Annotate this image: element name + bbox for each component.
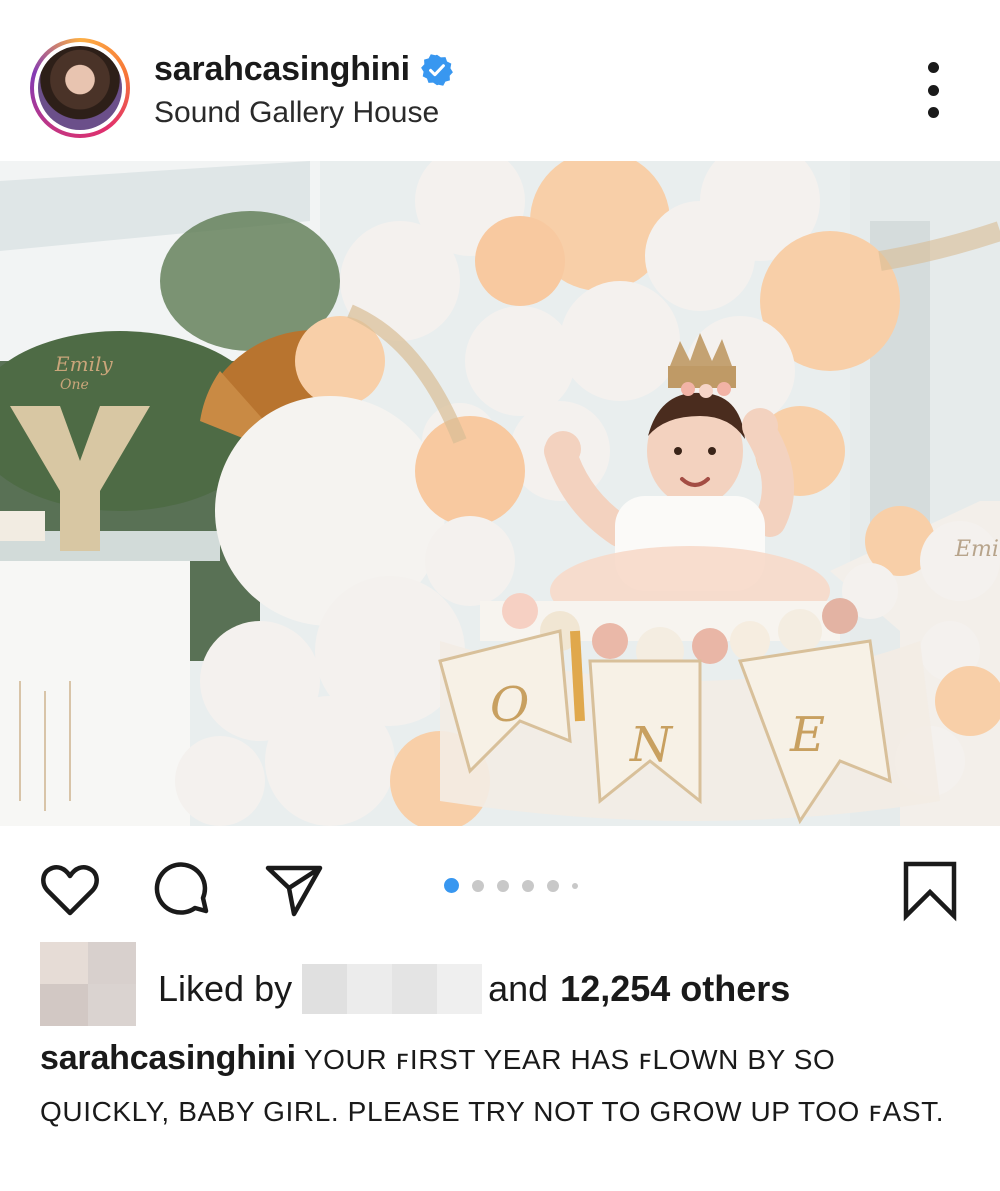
liked-by-and: and (488, 968, 549, 1009)
balloon-text: Emily (954, 537, 1000, 562)
location-link[interactable]: Sound Gallery House (154, 96, 439, 130)
liked-by-prefix: Liked by (158, 968, 293, 1009)
carousel-indicator (444, 878, 591, 893)
send-icon[interactable] (262, 858, 326, 922)
caption-username[interactable]: sarahcasinghini (40, 1039, 296, 1077)
more-options-icon[interactable] (918, 62, 948, 118)
carousel-dot (472, 879, 484, 892)
bookmark-icon[interactable] (898, 858, 962, 922)
liked-by-text[interactable]: Liked by and 12,254 others (158, 964, 790, 1014)
avatar-blur-tile (88, 942, 136, 984)
likes-row: Liked by and 12,254 others (40, 942, 980, 1026)
carousel-dot (572, 882, 578, 889)
caption: sarahcasinghini YOUR ꜰIRST YEAR HAS ꜰLOWN… (40, 1032, 960, 1138)
comment-icon[interactable] (150, 858, 214, 922)
username-link[interactable]: sarahcasinghini (154, 50, 410, 89)
banner-letter-e: E (789, 707, 825, 763)
likes-count[interactable]: 12,254 others (560, 968, 790, 1010)
more-dot (927, 84, 939, 96)
username-row: sarahcasinghini (154, 50, 454, 89)
carousel-dot (522, 879, 534, 892)
avatar-blur-tile (40, 984, 88, 1026)
avatar-photo (38, 46, 122, 130)
carousel-dot-active (444, 878, 459, 893)
avatar-blur-tile (88, 984, 136, 1026)
verified-badge-icon (420, 53, 453, 86)
post-image[interactable]: Emily One Emily (0, 161, 1000, 826)
more-dot (927, 62, 939, 73)
carousel-dot (497, 879, 509, 892)
carousel-dot (547, 879, 559, 892)
banner-letter-o: O (490, 677, 529, 733)
avatar-blur-tile (40, 942, 88, 984)
cake-topper-text: Emily (54, 352, 113, 376)
post-image-illustration: Emily One Emily (0, 161, 1000, 826)
cake-topper-text-2: One (60, 377, 89, 393)
banner-letter-n: N (629, 717, 674, 773)
liker-avatar[interactable] (40, 942, 136, 1026)
blurred-username[interactable] (302, 964, 483, 1014)
avatar-frame (34, 42, 126, 134)
avatar[interactable] (30, 38, 130, 138)
more-dot (927, 107, 939, 118)
post-header: sarahcasinghini Sound Gallery House (0, 0, 1000, 160)
heart-icon[interactable] (38, 858, 102, 922)
